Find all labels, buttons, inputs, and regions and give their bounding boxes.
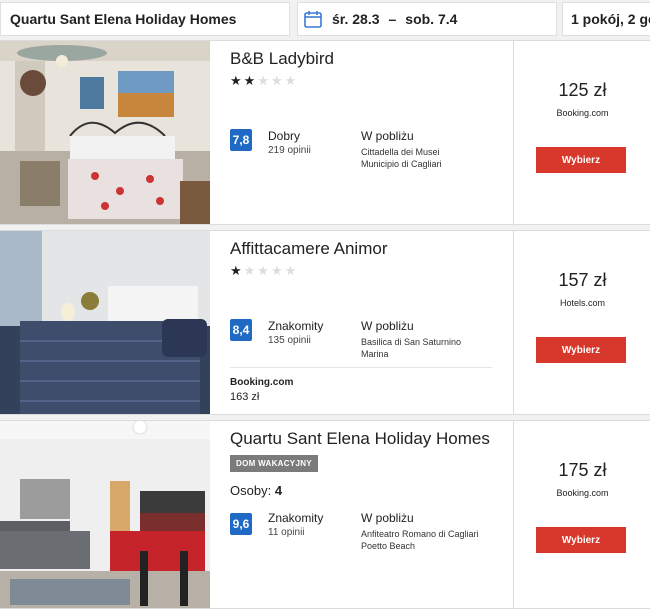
calendar-icon — [304, 11, 322, 28]
select-button[interactable]: Wybierz — [536, 527, 626, 553]
review-count[interactable]: 219 opinii — [268, 145, 311, 156]
guests-info: Osoby: 4 — [230, 483, 282, 498]
hotel-info: Affittacamere Animor ★★★★★ 8,4 Znakomity… — [210, 231, 514, 414]
nearby-item: Cittadella dei Musei — [361, 147, 440, 157]
hotel-name[interactable]: Affittacamere Animor — [230, 239, 387, 259]
guests-value: 4 — [274, 483, 283, 498]
alt-price[interactable]: 163 zł — [230, 391, 259, 403]
guests-label: Osoby: — [230, 483, 272, 498]
hotel-name[interactable]: B&B Ladybird — [230, 49, 334, 69]
price-source: Booking.com — [556, 488, 609, 498]
hotel-photo[interactable] — [0, 421, 210, 608]
hotel-card[interactable]: B&B Ladybird ★★★★★ 7,8 Dobry 219 opinii … — [0, 40, 650, 225]
review-count[interactable]: 135 opinii — [268, 335, 311, 346]
nearby-label: W pobliżu — [361, 511, 414, 525]
rating-text: Dobry — [268, 129, 301, 143]
price: 175 zł — [558, 460, 607, 480]
nearby-list: Cittadella dei Musei Municipio di Caglia… — [361, 146, 511, 170]
rating-badge: 8,4 — [230, 319, 252, 341]
select-button[interactable]: Wybierz — [536, 337, 626, 363]
rating-text: Znakomity — [268, 319, 324, 333]
dates-field[interactable]: śr. 28.3 – sob. 7.4 — [297, 2, 557, 36]
price: 157 zł — [558, 270, 607, 290]
nearby-item: Municipio di Cagliari — [361, 159, 442, 169]
price-panel: 157 zł Hotels.com Wybierz — [515, 231, 650, 414]
alt-price-source[interactable]: Booking.com — [230, 377, 293, 388]
price-panel: 175 zł Booking.com Wybierz — [515, 421, 650, 608]
date-separator: – — [388, 11, 397, 27]
star-rating: ★★★★★ — [230, 263, 299, 278]
hotel-info: Quartu Sant Elena Holiday Homes DOM WAKA… — [210, 421, 514, 608]
rating-badge: 7,8 — [230, 129, 252, 151]
hotel-name[interactable]: Quartu Sant Elena Holiday Homes — [230, 429, 490, 449]
rating-text: Znakomity — [268, 511, 324, 525]
nearby-item: Basilica di San Saturnino — [361, 337, 462, 347]
hotel-photo[interactable] — [0, 231, 210, 414]
guests-text: 1 pokój, 2 goście — [571, 11, 650, 27]
search-bar: Quartu Sant Elena Holiday Homes śr. 28.3… — [0, 0, 650, 38]
nearby-label: W pobliżu — [361, 319, 414, 333]
nearby-item: Marina — [361, 349, 389, 359]
rating-badge: 9,6 — [230, 513, 252, 535]
hotel-card[interactable]: Quartu Sant Elena Holiday Homes DOM WAKA… — [0, 420, 650, 609]
hotel-info: B&B Ladybird ★★★★★ 7,8 Dobry 219 opinii … — [210, 41, 514, 224]
property-type-tag: DOM WAKACYJNY — [230, 455, 318, 472]
checkout-date: sob. 7.4 — [405, 11, 458, 27]
destination-field[interactable]: Quartu Sant Elena Holiday Homes — [0, 2, 290, 36]
nearby-item: Poetto Beach — [361, 541, 416, 551]
nearby-list: Basilica di San Saturnino Marina — [361, 336, 511, 360]
nearby-label: W pobliżu — [361, 129, 414, 143]
divider — [230, 367, 492, 368]
checkin-date: śr. 28.3 — [332, 11, 380, 27]
price-panel: 125 zł Booking.com Wybierz — [515, 41, 650, 224]
select-button[interactable]: Wybierz — [536, 147, 626, 173]
hotel-card[interactable]: Affittacamere Animor ★★★★★ 8,4 Znakomity… — [0, 230, 650, 415]
nearby-list: Anfiteatro Romano di Cagliari Poetto Bea… — [361, 528, 511, 552]
hotel-photo[interactable] — [0, 41, 210, 224]
review-count[interactable]: 11 opinii — [268, 527, 305, 538]
price-source: Booking.com — [556, 108, 609, 118]
star-rating: ★★★★★ — [230, 73, 299, 88]
price-source: Hotels.com — [559, 298, 605, 308]
nearby-item: Anfiteatro Romano di Cagliari — [361, 529, 479, 539]
destination-text: Quartu Sant Elena Holiday Homes — [10, 11, 237, 27]
guests-field[interactable]: 1 pokój, 2 goście — [562, 2, 650, 36]
price: 125 zł — [558, 80, 607, 100]
